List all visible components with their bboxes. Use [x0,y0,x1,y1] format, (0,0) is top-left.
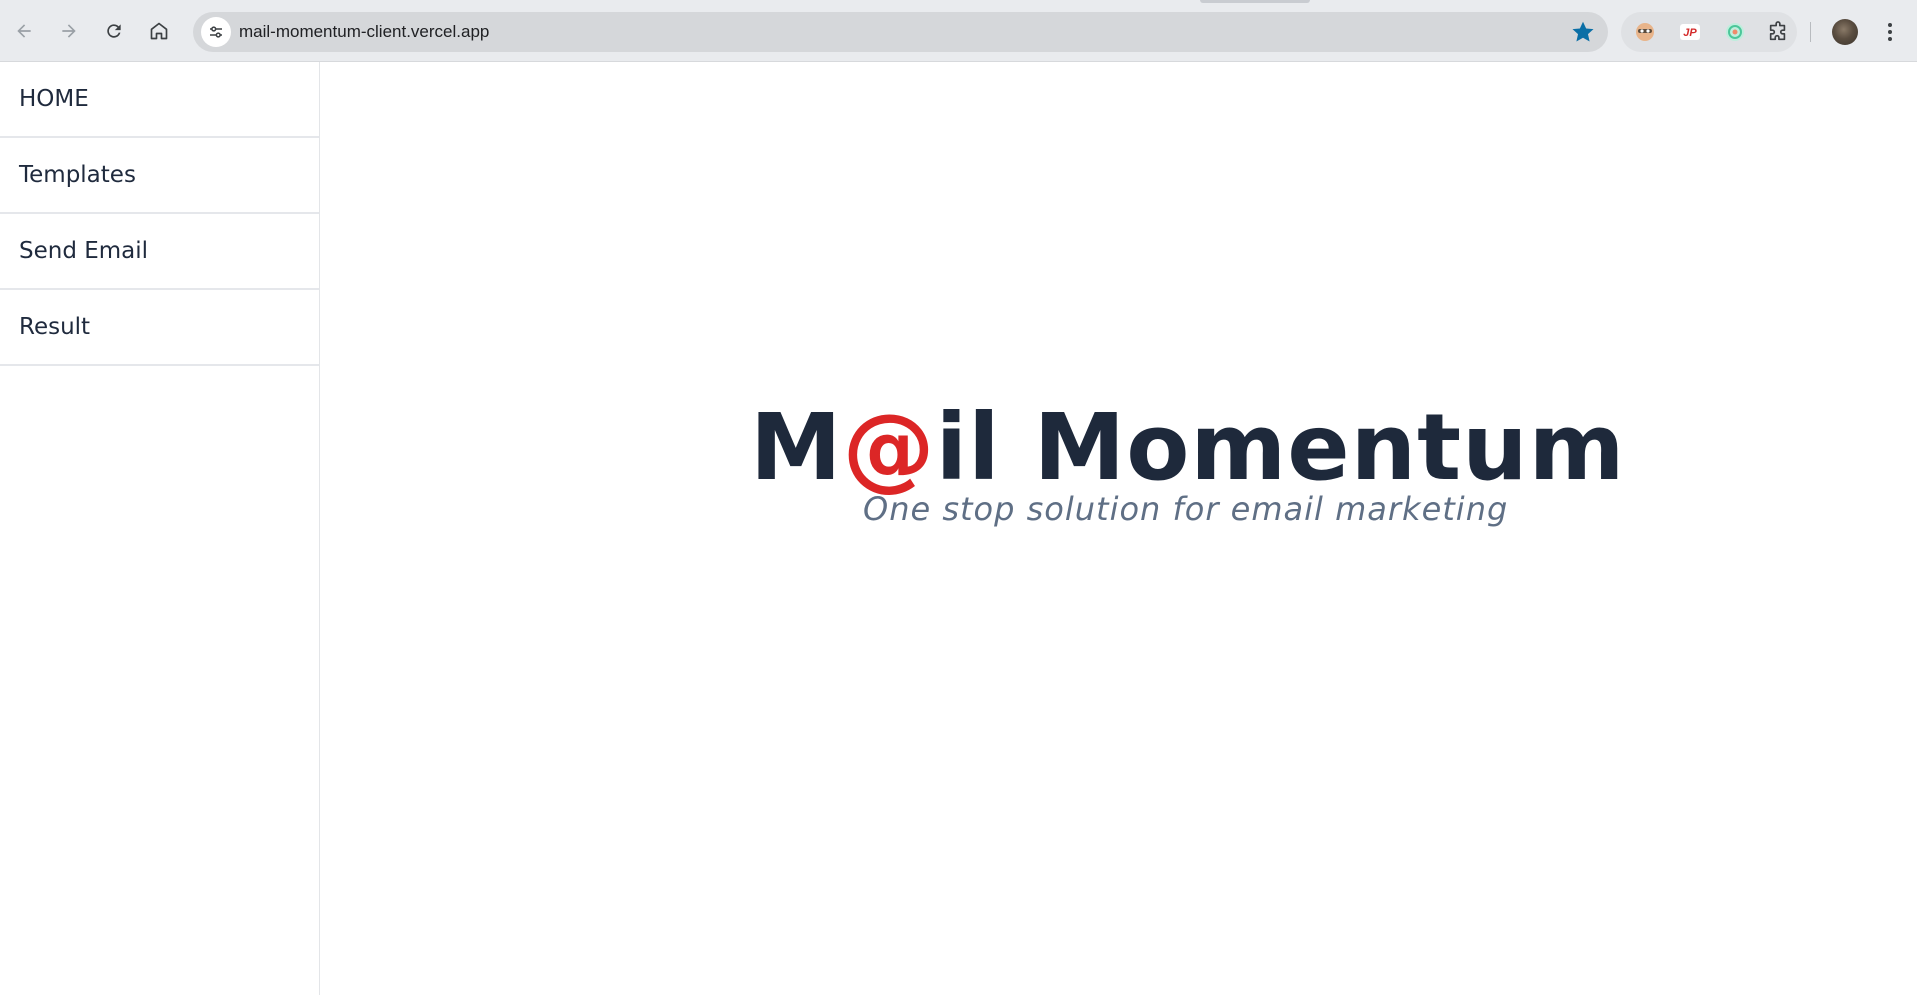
sidebar-item-send-email[interactable]: Send Email [0,214,319,290]
profile-avatar[interactable] [1832,19,1858,45]
back-button[interactable] [8,15,40,47]
tagline: One stop solution for email marketing [863,490,1509,528]
sidebar-item-label: Result [19,314,91,340]
arrow-left-icon [17,24,31,38]
url-text[interactable]: mail-momentum-client.vercel.app [239,22,489,42]
logo-rest: il Momentum [935,394,1626,501]
app-logo-title: M @ il Momentum [750,394,1625,504]
sidebar-item-label: Send Email [19,238,149,264]
sidebar-item-templates[interactable]: Templates [0,138,319,214]
toolbar-divider [1810,22,1811,42]
home-icon [150,22,168,40]
main-content: M @ il Momentum One stop solution for emai… [320,62,1917,995]
address-bar[interactable]: mail-momentum-client.vercel.app [193,12,1608,52]
star-icon[interactable] [1570,19,1596,45]
extension-face-icon[interactable] [1634,21,1656,43]
logo-at-symbol: @ [842,394,936,501]
puzzle-icon[interactable] [1767,21,1789,43]
home-button[interactable] [143,15,175,47]
sidebar-item-result[interactable]: Result [0,290,319,366]
sidebar: HOME Templates Send Email Result [0,62,320,995]
tab-strip-edge [1200,0,1310,3]
extension-jp-icon[interactable]: JP [1679,21,1701,43]
site-info-button[interactable] [201,17,231,47]
reload-icon [107,24,121,38]
svg-text:JP: JP [1683,27,1697,39]
sidebar-item-home[interactable]: HOME [0,62,319,138]
extensions-area: JP [1621,12,1797,52]
arrow-right-icon [62,24,76,38]
sidebar-item-label: Templates [19,162,136,188]
reload-button[interactable] [98,15,130,47]
logo-letter-m: M [750,394,843,501]
tune-icon [210,26,222,38]
kebab-menu-icon[interactable] [1878,19,1902,45]
browser-toolbar: mail-momentum-client.vercel.app JP [0,0,1917,62]
sidebar-item-label: HOME [19,86,89,112]
forward-button[interactable] [53,15,85,47]
extension-target-icon[interactable] [1724,21,1746,43]
